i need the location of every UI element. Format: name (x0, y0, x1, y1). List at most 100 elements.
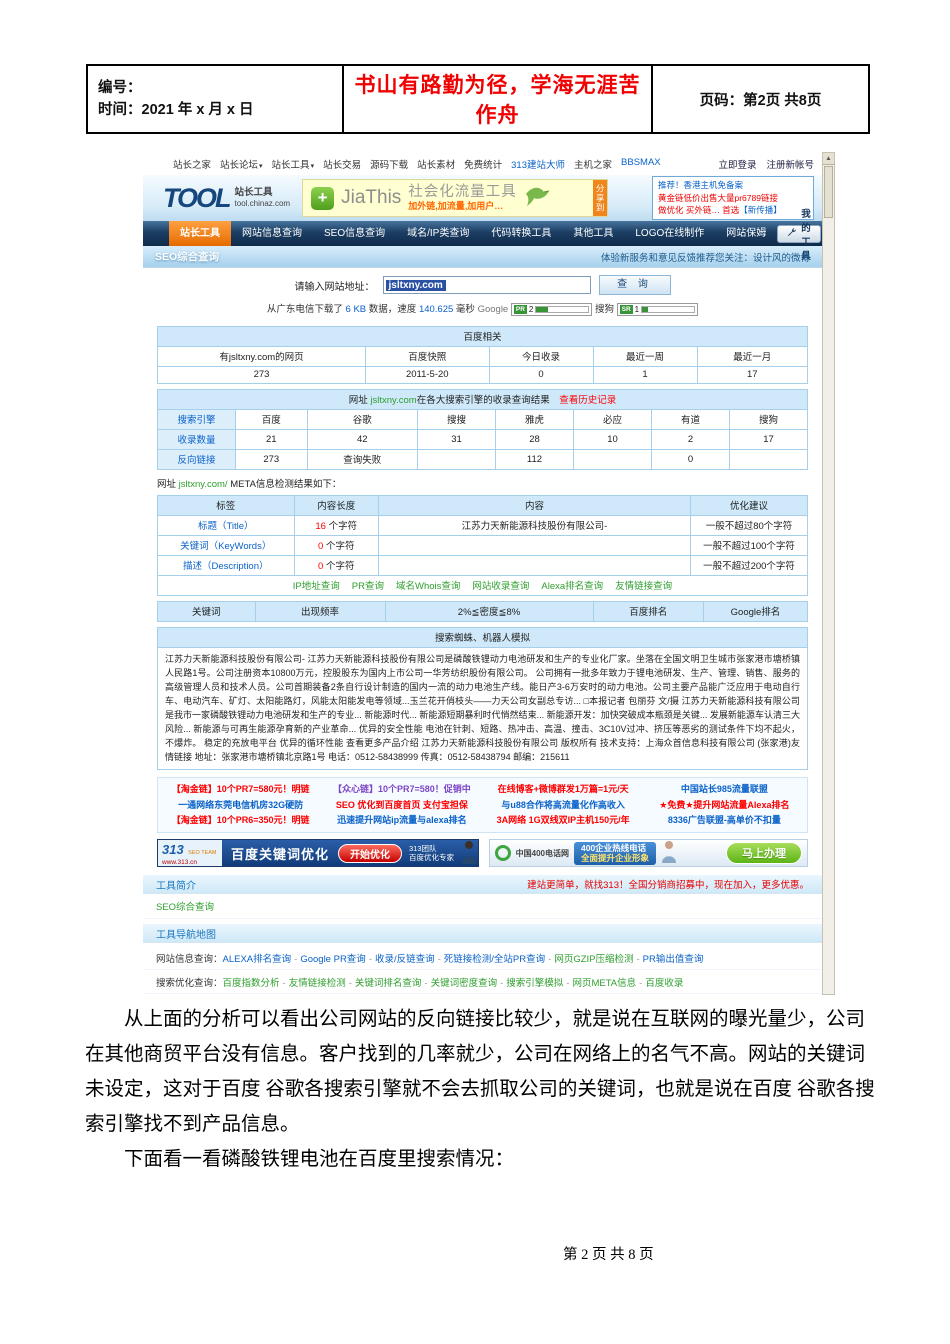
tool-link[interactable]: 死链接检测/全站PR查询 (444, 954, 545, 965)
topnav-link[interactable]: BBSMAX (621, 157, 661, 171)
meta-footer-link[interactable]: PR查询 (352, 581, 384, 592)
tool-link[interactable]: Google PR查询 (300, 954, 365, 965)
topnav-right: 立即登录 注册新帐号 (718, 157, 814, 171)
topnav-link[interactable]: 源码下载 (370, 157, 408, 171)
tool-link[interactable]: 友情链接检测 (289, 978, 346, 989)
tool-link[interactable]: 搜索引擎模拟 (506, 978, 563, 989)
spider-sim-content: 江苏力天新能源科技股份有限公司- 江苏力天新能源科技股份有限公司是磷酸铁锂动力电… (157, 647, 808, 771)
document-page: 编号： 时间：2021 年 x 月 x 日 书山有路勤为径，学海无涯苦作舟 页码… (0, 0, 950, 1344)
tool-logo-text: TOOL (163, 182, 232, 213)
main-navbar: 站长工具 网站信息查询 SEO信息查询 域名/IP类查询 代码转换工具 其他工具 LOGO在… (143, 209, 822, 262)
topnav-link[interactable]: 站长交易 (323, 157, 361, 171)
engine-value-cell: 31 (417, 428, 496, 450)
meta-header-cell: 内容长度 (293, 494, 379, 516)
tool-link[interactable]: 百度指数分析 (223, 978, 280, 989)
nav-map-label[interactable]: 工具导航地图 (156, 926, 216, 941)
text-ad-link[interactable]: 【淘金链】10个PR6=350元！明链 (160, 813, 321, 828)
my-tools-button[interactable]: 我的工具 (777, 209, 821, 262)
analysis-paragraph: 从上面的分析可以看出公司网站的反向链接比较少，就是说在互联网的曝光量少，公司在其… (85, 1009, 875, 1136)
seo-bar-notice[interactable]: 体验新服务和意见反馈推荐您关注：设计风的微博 (601, 250, 810, 264)
topnav-link[interactable]: 站长素材 (417, 157, 455, 171)
nav-tab[interactable]: 代码转换工具 (480, 221, 562, 246)
text-ad-link[interactable]: 8336广告联盟-高单价不扣量 (644, 813, 805, 828)
meta-data-row: 描述（Description） 0 个字符 一般不超过200个字符 (157, 554, 808, 576)
tool-link[interactable]: 网页GZIP压缩检测 (554, 954, 633, 965)
share-ribbon[interactable]: 分享到 (593, 180, 608, 216)
tool-link[interactable]: 百度收录 (645, 978, 683, 989)
scrollbar[interactable]: ▲ (822, 152, 835, 995)
banner-400-phone[interactable]: 中国400电话网 400企业热线电话 全面提升企业形象 马上办理 (488, 839, 808, 868)
banner-313-button[interactable]: 开始优化 (338, 843, 403, 863)
nav-tab[interactable]: LOGO在线制作 (624, 221, 715, 246)
text-ad-column: 【众心链】10个PR7=580！促销中 SEO 优化到百度首页 支付宝担保 迅速提升… (321, 782, 482, 828)
tool-intro-ad[interactable]: 建站更简单，就找313！全国分销商招募中，现在加入，更多优惠。 (527, 877, 809, 891)
baidu-header-cell: 最近一月 (696, 345, 808, 367)
topnav-link[interactable]: 313建站大师 (511, 157, 565, 171)
tool-link[interactable]: 网页META信息 (572, 978, 636, 989)
text-ad-link[interactable]: 与u88合作将高流量化作高收入 (483, 798, 644, 813)
text-ad-link[interactable]: 在线博客+微博群发1万篇=1元/天 (483, 782, 644, 797)
meta-footer-link[interactable]: 友情链接查询 (615, 581, 672, 592)
promo-box[interactable]: 推荐！香港主机免备案 黄金链低价出售大量pr6789链接 做优化 买外链… 首选… (652, 175, 814, 221)
topnav-link[interactable]: 站长工具▾ (272, 157, 315, 171)
tool-intro-label[interactable]: 工具简介 (156, 877, 196, 892)
jiathis-banner[interactable]: + JiaThis 社会化流量工具 加外链,加流量,加用户… 分享到 (302, 179, 609, 217)
nav-tab[interactable]: 网站信息查询 (231, 221, 313, 246)
baidu-value-cell: 273 (157, 365, 366, 384)
text-ad-link[interactable]: 一通网络东莞电信机房32G硬防 (160, 798, 321, 813)
nav-map-bar: 工具导航地图 (143, 923, 822, 944)
tool-logo[interactable]: TOOL 站长工具 tool.chinaz.com (163, 183, 290, 214)
meta-tag-cell[interactable]: 关键词（KeyWords） (157, 534, 295, 556)
jiathis-text: 社会化流量工具 加外链,加流量,加用户… (408, 184, 517, 212)
jiathis-brand: JiaThis (341, 187, 402, 208)
meta-tag-cell[interactable]: 标题（Title） (157, 514, 295, 536)
nav-tab[interactable]: SEO信息查询 (313, 221, 396, 246)
query-button[interactable]: 查 询 (598, 275, 671, 295)
seo-query-link[interactable]: SEO综合查询 (143, 894, 822, 920)
topnav-link[interactable]: 站长论坛▾ (220, 157, 263, 171)
text-ad-link[interactable]: SEO 优化到百度首页 支付宝担保 (321, 798, 482, 813)
baidu-header-cell: 百度快照 (365, 345, 490, 367)
meta-caption-domain[interactable]: jsltxny.com/ (179, 479, 228, 490)
engine-data-row: 收录数量 21 42 31 28 10 2 17 (157, 428, 808, 450)
nav-tab-active[interactable]: 站长工具 (169, 221, 231, 246)
login-link[interactable]: 立即登录 (718, 157, 756, 171)
nav-tab[interactable]: 其他工具 (562, 221, 624, 246)
engine-title-domain[interactable]: jsltxny.com (370, 395, 416, 406)
chevron-down-icon: ▾ (310, 163, 315, 170)
tool-link[interactable]: 收录/反链查询 (375, 954, 435, 965)
text-ad-link[interactable]: ★免费★提升网站流量Alexa排名 (644, 798, 805, 813)
text-ad-link[interactable]: 中国站长985流量联盟 (644, 782, 805, 797)
engine-value-cell: 0 (651, 448, 730, 470)
text-ad-link[interactable]: 3A网络 1G双线双IP主机150元/年 (483, 813, 644, 828)
text-ad-link[interactable]: 【众心链】10个PR7=580！促销中 (321, 782, 482, 797)
topnav-link[interactable]: 主机之家 (574, 157, 612, 171)
meta-footer-link[interactable]: 域名Whois查询 (396, 581, 460, 592)
engine-name-cell: 搜搜 (417, 408, 496, 430)
engine-value-cell: 112 (495, 448, 574, 470)
banner-313-seo[interactable]: 313 SEO TEAM www.313.cn 百度关键词优化 开始优化 313… (157, 839, 479, 868)
topnav-link[interactable]: 免费统计 (464, 157, 502, 171)
tool-link[interactable]: PR输出值查询 (643, 954, 704, 965)
meta-footer-link[interactable]: IP地址查询 (293, 581, 340, 592)
scrollbar-thumb[interactable] (824, 166, 833, 218)
tool-link-row: 网站信息查询：ALEXA排名查询 - Google PR查询 - 收录/反链查询 - 死链接… (143, 946, 822, 971)
scrollbar-up-button[interactable]: ▲ (823, 153, 834, 165)
meta-footer-link[interactable]: 网站收录查询 (472, 581, 529, 592)
meta-tag-cell[interactable]: 描述（Description） (157, 554, 295, 576)
register-link[interactable]: 注册新帐号 (766, 157, 814, 171)
nav-tab[interactable]: 网站保姆 (715, 221, 777, 246)
nav-tab[interactable]: 域名/IP类查询 (396, 221, 480, 246)
download-speed-line: 从广东电信下载了 6 KB 数据，速度 140.625 毫秒 Google PR… (143, 300, 822, 321)
tool-link[interactable]: 关键词密度查询 (431, 978, 498, 989)
tool-link-rows: 网站信息查询：ALEXA排名查询 - Google PR查询 - 收录/反链查询 - 死链接… (143, 946, 822, 995)
url-input[interactable]: jsltxny.com (382, 276, 591, 294)
text-ad-link[interactable]: 迅速提升网站ip流量与alexa排名 (321, 813, 482, 828)
history-link[interactable]: 查看历史记录 (559, 395, 616, 406)
tool-link[interactable]: 关键词排名查询 (355, 978, 422, 989)
topnav-link[interactable]: 站长之家 (173, 157, 211, 171)
tool-link[interactable]: ALEXA排名查询 (223, 954, 292, 965)
meta-footer-link[interactable]: Alexa排名查询 (541, 581, 603, 592)
banner-400-button[interactable]: 马上办理 (726, 842, 802, 865)
text-ad-link[interactable]: 【淘金链】10个PR7=580元！明链 (160, 782, 321, 797)
